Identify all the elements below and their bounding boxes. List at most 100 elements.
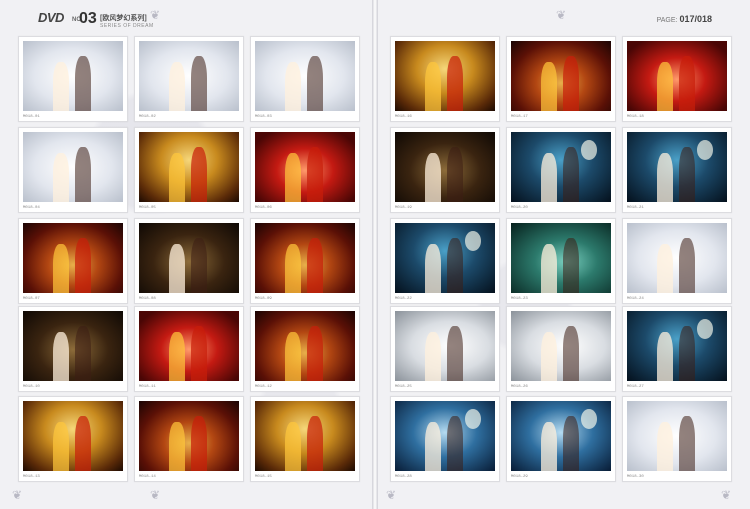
- figure-silhouette: [307, 147, 323, 202]
- photo-card: M018-23: [506, 218, 616, 304]
- ornament-icon: ❦: [150, 8, 161, 22]
- wedding-photo: [627, 41, 727, 111]
- wedding-photo: [627, 401, 727, 471]
- photo-code: M018-24: [627, 297, 644, 301]
- wedding-photo: [139, 311, 239, 381]
- photo-code: M018-15: [255, 475, 272, 479]
- figure-silhouette: [447, 238, 463, 293]
- ornament-icon: ❦: [721, 488, 732, 502]
- photo-card: M018-07: [18, 218, 128, 304]
- photo-card: M018-03: [250, 36, 360, 122]
- figure-silhouette: [657, 422, 673, 471]
- figure-silhouette: [447, 147, 463, 202]
- wedding-photo: [511, 132, 611, 202]
- figure-silhouette: [53, 153, 69, 202]
- moon-icon: [581, 140, 597, 160]
- wedding-photo: [627, 132, 727, 202]
- photo-card: M018-01: [18, 36, 128, 122]
- photo-code: M018-22: [395, 297, 412, 301]
- figure-silhouette: [679, 56, 695, 111]
- figure-silhouette: [307, 326, 323, 381]
- figure-silhouette: [191, 326, 207, 381]
- photo-code: M018-02: [139, 115, 156, 119]
- photo-card: M018-02: [134, 36, 244, 122]
- ornament-icon: ❦: [556, 8, 567, 22]
- wedding-photo: [23, 311, 123, 381]
- figure-silhouette: [285, 244, 301, 293]
- figure-silhouette: [541, 62, 557, 111]
- series-subtitle: SERIES OF DREAM: [100, 23, 154, 29]
- photo-card: M018-29: [506, 396, 616, 482]
- figure-silhouette: [679, 326, 695, 381]
- figure-silhouette: [285, 422, 301, 471]
- photo-code: M018-28: [395, 475, 412, 479]
- photo-code: M018-18: [627, 115, 644, 119]
- wedding-photo: [23, 401, 123, 471]
- photo-card: M018-15: [250, 396, 360, 482]
- figure-silhouette: [425, 153, 441, 202]
- photo-card: M018-18: [622, 36, 732, 122]
- figure-silhouette: [563, 326, 579, 381]
- moon-icon: [581, 409, 597, 429]
- figure-silhouette: [425, 422, 441, 471]
- photo-card: M018-24: [622, 218, 732, 304]
- wedding-photo: [255, 132, 355, 202]
- wedding-photo: [255, 41, 355, 111]
- moon-icon: [697, 140, 713, 160]
- wedding-photo: [139, 132, 239, 202]
- wedding-photo: [139, 223, 239, 293]
- photo-code: M018-30: [627, 475, 644, 479]
- figure-silhouette: [307, 416, 323, 471]
- wedding-photo: [23, 132, 123, 202]
- photo-code: M018-11: [139, 385, 156, 389]
- figure-silhouette: [307, 238, 323, 293]
- wedding-photo: [395, 132, 495, 202]
- photo-card: M018-20: [506, 127, 616, 213]
- figure-silhouette: [191, 56, 207, 111]
- figure-silhouette: [563, 56, 579, 111]
- photo-code: M018-27: [627, 385, 644, 389]
- wedding-photo: [511, 223, 611, 293]
- photo-card: M018-11: [134, 306, 244, 392]
- figure-silhouette: [169, 332, 185, 381]
- photo-code: M018-06: [255, 206, 272, 210]
- figure-silhouette: [285, 332, 301, 381]
- wedding-photo: [139, 401, 239, 471]
- photo-code: M018-03: [255, 115, 272, 119]
- catalog-spread: DVD NO. 03 [欧风梦幻系列] SERIES OF DREAM ❦ ❦ …: [0, 0, 750, 509]
- figure-silhouette: [447, 416, 463, 471]
- series-title: [欧风梦幻系列]: [100, 15, 147, 22]
- figure-silhouette: [541, 153, 557, 202]
- photo-code: M018-14: [139, 475, 156, 479]
- photo-card: M018-22: [390, 218, 500, 304]
- figure-silhouette: [679, 238, 695, 293]
- page-value: 017/018: [679, 14, 712, 24]
- photo-card: M018-25: [390, 306, 500, 392]
- figure-silhouette: [541, 244, 557, 293]
- figure-silhouette: [169, 244, 185, 293]
- photo-card: M018-10: [18, 306, 128, 392]
- wedding-photo: [395, 223, 495, 293]
- wedding-photo: [511, 311, 611, 381]
- photo-card: M018-30: [622, 396, 732, 482]
- figure-silhouette: [53, 244, 69, 293]
- photo-code: M018-23: [511, 297, 528, 301]
- photo-code: M018-12: [255, 385, 272, 389]
- ornament-icon: ❦: [12, 488, 23, 502]
- photo-card: M018-04: [18, 127, 128, 213]
- figure-silhouette: [425, 332, 441, 381]
- photo-code: M018-17: [511, 115, 528, 119]
- figure-silhouette: [75, 56, 91, 111]
- figure-silhouette: [657, 153, 673, 202]
- figure-silhouette: [447, 326, 463, 381]
- wedding-photo: [627, 223, 727, 293]
- wedding-photo: [395, 41, 495, 111]
- ornament-icon: ❦: [386, 488, 397, 502]
- figure-silhouette: [447, 56, 463, 111]
- figure-silhouette: [657, 332, 673, 381]
- photo-card: M018-26: [506, 306, 616, 392]
- photo-card: M018-12: [250, 306, 360, 392]
- photo-card: M018-06: [250, 127, 360, 213]
- figure-silhouette: [191, 238, 207, 293]
- photo-card: M018-14: [134, 396, 244, 482]
